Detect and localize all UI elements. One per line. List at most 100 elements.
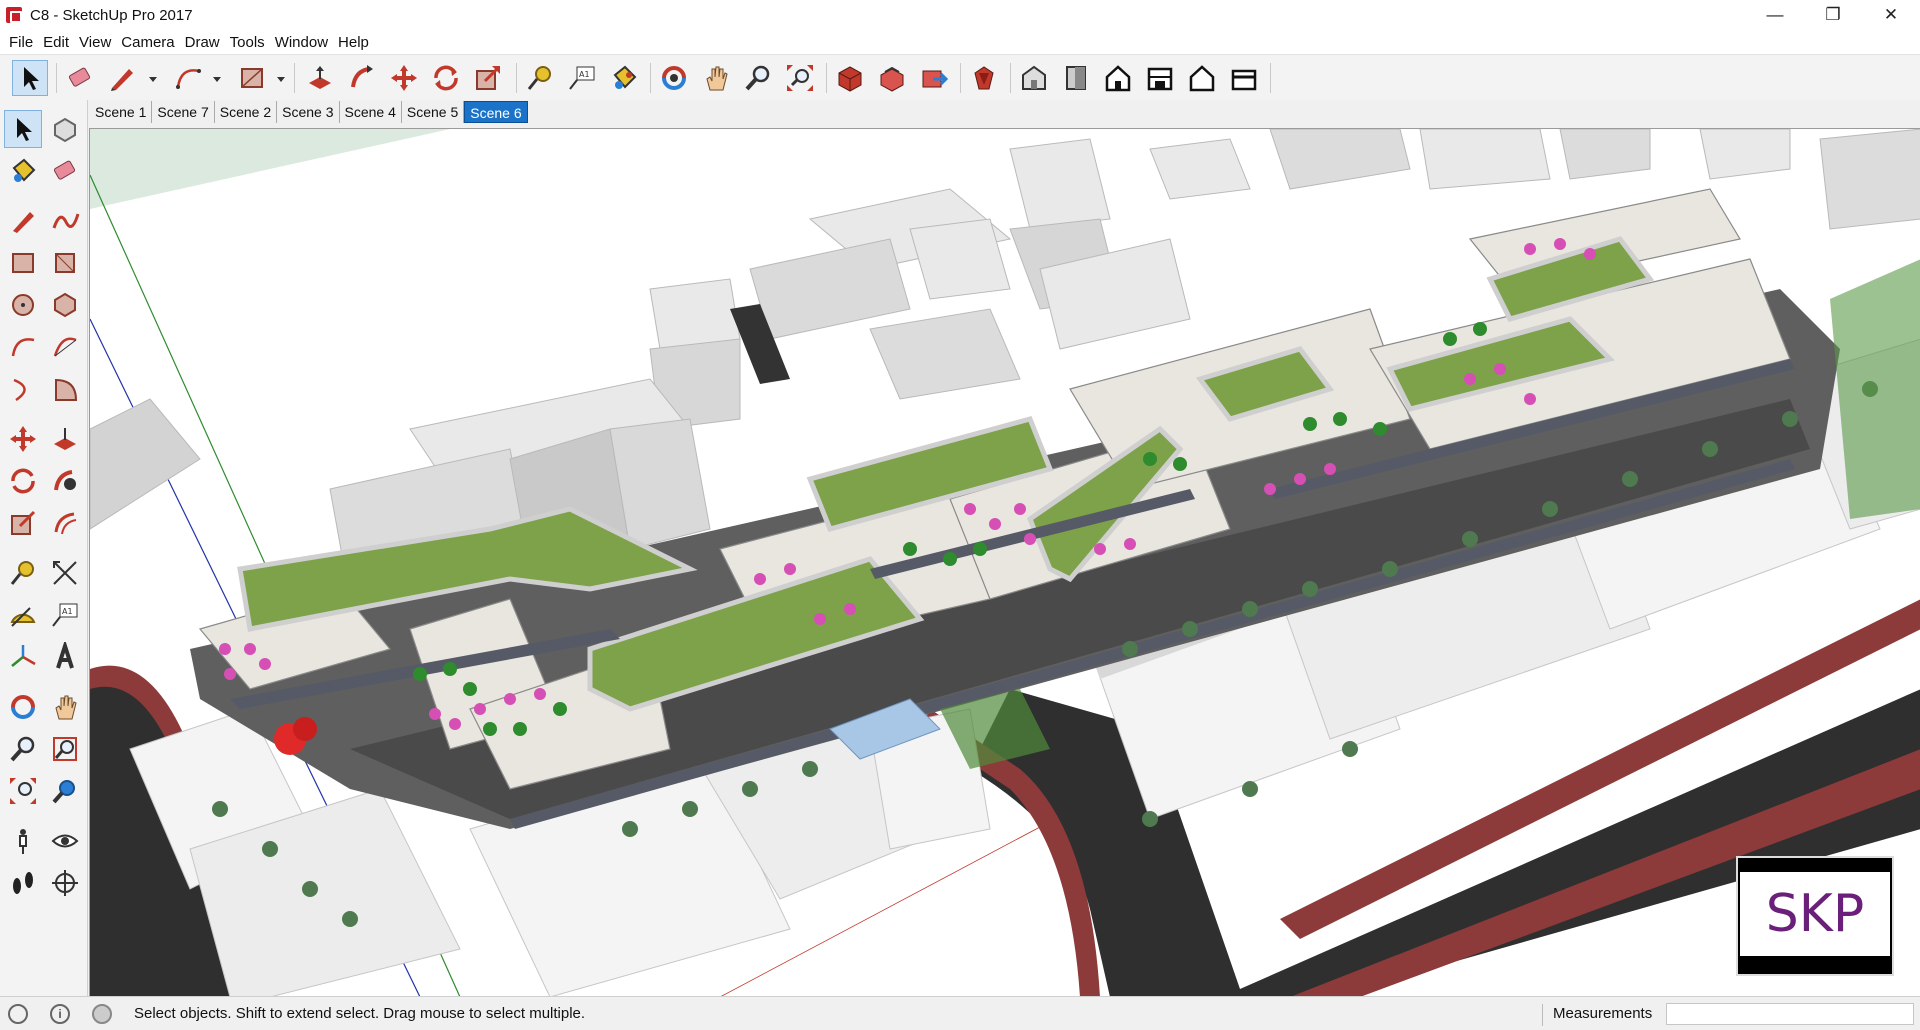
tab-scene-2[interactable]: Scene 2 [215,101,278,123]
extension-warehouse-icon[interactable] [966,60,1002,96]
left-view-icon[interactable] [1226,60,1262,96]
pie-tool-icon[interactable] [46,370,84,408]
3d-warehouse-icon[interactable] [832,60,868,96]
tab-scene-1[interactable]: Scene 1 [90,101,153,123]
zoom-window-tool-icon[interactable] [46,730,84,768]
select-tool-icon[interactable] [4,110,42,148]
rotate-tool-icon[interactable] [4,462,42,500]
text-tool-icon[interactable]: A1 [564,60,600,96]
skp-watermark-logo: SKP [1738,858,1892,974]
sketchup-app-icon [6,7,22,23]
select-tool-icon[interactable] [12,60,48,96]
freehand-tool-icon[interactable] [46,202,84,240]
share-model-icon[interactable] [874,60,910,96]
menu-bar: File Edit View Camera Draw Tools Window … [0,30,1920,54]
chevron-down-icon[interactable] [148,74,158,84]
zoom-extents-tool-icon[interactable] [4,772,42,810]
move-tool-icon[interactable] [386,60,422,96]
arc-tool-icon[interactable] [170,60,206,96]
status-bar: i Select objects. Shift to extend select… [0,996,1920,1030]
tab-scene-7[interactable]: Scene 7 [152,101,215,123]
orbit-tool-icon[interactable] [4,688,42,726]
follow-me-tool-icon[interactable] [344,60,380,96]
front-view-icon[interactable] [1100,60,1136,96]
orbit-tool-icon[interactable] [656,60,692,96]
dimension-tool-icon[interactable] [46,554,84,592]
position-camera-icon[interactable] [4,822,42,860]
menu-camera[interactable]: Camera [116,34,179,51]
tab-scene-5[interactable]: Scene 5 [402,101,465,123]
model-viewport[interactable]: SKP [89,128,1920,996]
push-pull-tool-icon[interactable] [46,420,84,458]
menu-help[interactable]: Help [333,34,374,51]
paint-bucket-tool-icon[interactable] [4,152,42,190]
info-icon[interactable]: i [50,1003,70,1024]
rectangle-tool-icon[interactable] [4,244,42,282]
status-hint: Select objects. Shift to extend select. … [134,1005,586,1022]
push-pull-tool-icon[interactable] [302,60,338,96]
menu-edit[interactable]: Edit [38,34,74,51]
pencil-tool-icon[interactable] [104,60,140,96]
minimize-button[interactable]: — [1746,0,1804,30]
chevron-down-icon[interactable] [276,74,286,84]
two-point-arc-tool-icon[interactable] [46,328,84,366]
title-bar: C8 - SketchUp Pro 2017 — ❐ ✕ [0,0,1920,30]
line-tool-icon[interactable] [4,202,42,240]
menu-draw[interactable]: Draw [180,34,225,51]
text-tool-icon[interactable]: A1 [46,596,84,634]
rectangle-tool-icon[interactable] [234,60,270,96]
close-button[interactable]: ✕ [1862,0,1920,30]
zoom-tool-icon[interactable] [4,730,42,768]
scale-tool-icon[interactable] [4,504,42,542]
polygon-tool-icon[interactable] [46,286,84,324]
tab-scene-4[interactable]: Scene 4 [340,101,402,123]
pan-tool-icon[interactable] [46,688,84,726]
svg-text:A1: A1 [579,70,590,79]
section-plane-icon[interactable] [46,864,84,902]
skp-watermark-text: SKP [1765,884,1865,944]
pan-tool-icon[interactable] [698,60,734,96]
follow-me-tool-icon[interactable] [46,462,84,500]
rotated-rectangle-tool-icon[interactable] [46,244,84,282]
measurements-field[interactable] [1666,1003,1914,1025]
back-view-icon[interactable] [1184,60,1220,96]
menu-view[interactable]: View [74,34,116,51]
three-point-arc-tool-icon[interactable] [4,370,42,408]
share-component-icon[interactable] [916,60,952,96]
tab-scene-6[interactable]: Scene 6 [464,101,528,123]
rotate-tool-icon[interactable] [428,60,464,96]
menu-window[interactable]: Window [270,34,333,51]
maximize-button[interactable]: ❐ [1804,0,1862,30]
circle-tool-icon[interactable] [4,286,42,324]
iso-view-icon[interactable] [1016,60,1052,96]
svg-text:A1: A1 [62,607,73,616]
axes-tool-icon[interactable] [4,638,42,676]
right-view-icon[interactable] [1142,60,1178,96]
user-account-icon[interactable] [92,1003,112,1024]
3d-text-tool-icon[interactable] [46,638,84,676]
eraser-tool-icon[interactable] [46,152,84,190]
menu-file[interactable]: File [4,34,38,51]
eraser-tool-icon[interactable] [62,60,98,96]
measurements-label: Measurements [1553,1005,1653,1022]
top-view-icon[interactable] [1058,60,1094,96]
geolocation-icon[interactable] [8,1003,28,1024]
zoom-tool-icon[interactable] [740,60,776,96]
tape-measure-tool-icon[interactable] [4,554,42,592]
paint-bucket-tool-icon[interactable] [606,60,642,96]
menu-tools[interactable]: Tools [225,34,270,51]
zoom-extents-tool-icon[interactable] [782,60,818,96]
tape-measure-tool-icon[interactable] [522,60,558,96]
look-around-icon[interactable] [46,822,84,860]
previous-view-icon[interactable] [46,772,84,810]
scale-tool-icon[interactable] [470,60,506,96]
tab-scene-3[interactable]: Scene 3 [277,101,340,123]
window-title: C8 - SketchUp Pro 2017 [30,6,193,24]
offset-tool-icon[interactable] [46,504,84,542]
walk-icon[interactable] [4,864,42,902]
make-component-icon[interactable] [46,110,84,148]
protractor-tool-icon[interactable] [4,596,42,634]
move-tool-icon[interactable] [4,420,42,458]
arc-tool-icon[interactable] [4,328,42,366]
chevron-down-icon[interactable] [212,74,222,84]
